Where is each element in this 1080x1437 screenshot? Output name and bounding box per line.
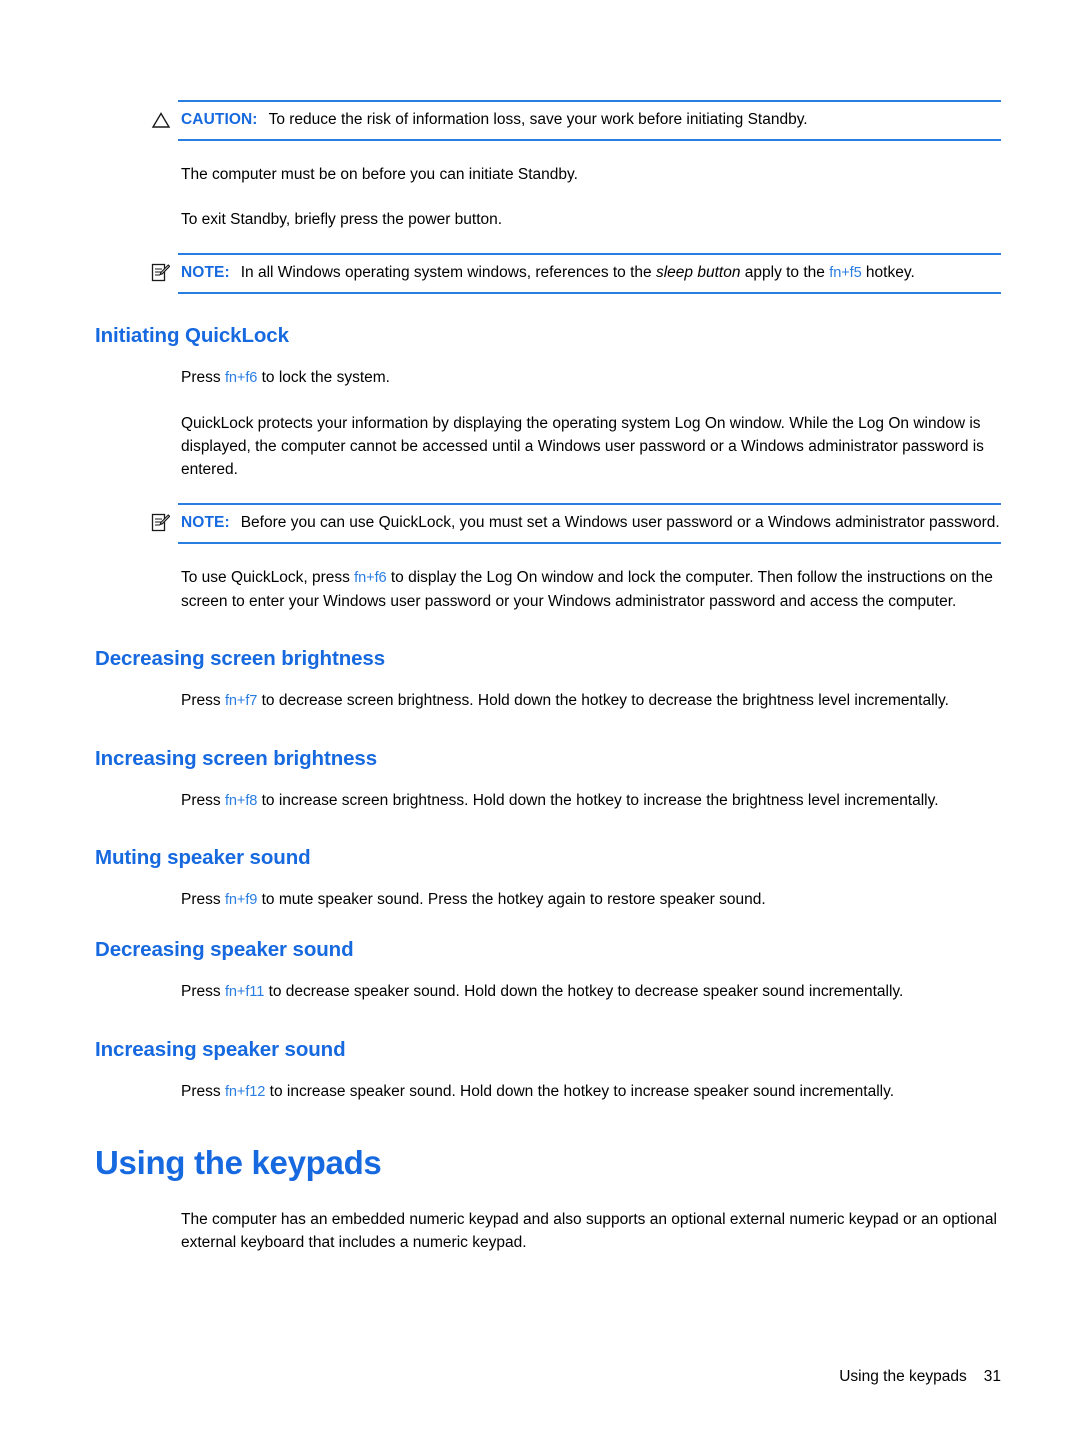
mute-speaker-prefix: Press bbox=[181, 891, 221, 909]
press-prefix: Press bbox=[181, 369, 221, 387]
note-password-text: NOTE: Before you can use QuickLock, you m… bbox=[181, 503, 1001, 544]
note-emphasis: sleep button bbox=[655, 264, 741, 282]
decrease-speaker-prefix: Press bbox=[181, 983, 221, 1001]
hotkey-fn-f7: fn+f7 bbox=[224, 692, 258, 709]
decrease-brightness-prefix: Press bbox=[181, 691, 221, 709]
caution-rule-top bbox=[178, 100, 1001, 102]
increase-brightness-suffix: to increase screen brightness. Hold down… bbox=[261, 791, 939, 809]
caution-block-standby: CAUTION: To reduce the risk of informatio… bbox=[95, 100, 1001, 141]
heading-decreasing-screen-brightness: Decreasing screen brightness bbox=[95, 646, 386, 670]
caution-rule-bottom bbox=[178, 138, 1001, 141]
decrease-brightness-suffix: to decrease screen brightness. Hold down… bbox=[261, 691, 949, 709]
paragraph-computer-on: The computer must be on before you can i… bbox=[181, 165, 578, 183]
hotkey-fn-f6-display: fn+f6 bbox=[354, 570, 387, 587]
heading-increasing-screen-brightness: Increasing screen brightness bbox=[95, 746, 378, 770]
paragraph-increase-speaker: Press fn+f12 to increase speaker sound. … bbox=[95, 1080, 1001, 1104]
touse-prefix: To use QuickLock, press bbox=[181, 569, 350, 587]
mute-speaker-suffix: to mute speaker sound. Press the hotkey … bbox=[261, 891, 766, 909]
note-password-label: NOTE: bbox=[181, 514, 230, 532]
decrease-speaker-suffix: to decrease speaker sound. Hold down the… bbox=[268, 983, 904, 1001]
paragraph-mute-speaker: Press fn+f9 to mute speaker sound. Press… bbox=[95, 888, 1001, 912]
note-message-after: hotkey. bbox=[865, 264, 915, 282]
heading-muting-speaker-sound: Muting speaker sound bbox=[95, 846, 311, 870]
note-pencil-icon bbox=[150, 512, 172, 534]
paragraph-quicklock-protects: QuickLock protects your information by d… bbox=[181, 414, 984, 478]
caution-label: CAUTION: bbox=[181, 111, 258, 128]
paragraph-increase-brightness: Press fn+f8 to increase screen brightnes… bbox=[95, 789, 1001, 813]
note-block-sleep-button: NOTE: In all Windows operating system win… bbox=[95, 253, 1001, 295]
caution-message: To reduce the risk of information loss, … bbox=[268, 111, 808, 128]
note-password-rule-top bbox=[178, 503, 1001, 506]
paragraph-keypads-intro: The computer has an embedded numeric key… bbox=[181, 1210, 997, 1251]
hotkey-fn-f12: fn+f12 bbox=[224, 1083, 266, 1100]
footer-section-title: Using the keypads bbox=[839, 1368, 967, 1385]
note-block-password: NOTE: Before you can use QuickLock, you m… bbox=[95, 503, 1001, 545]
footer-page-number: 31 bbox=[983, 1368, 1001, 1385]
note-password-rule-bottom bbox=[178, 542, 1001, 545]
hotkey-fn-f6-lock: fn+f6 bbox=[224, 370, 258, 387]
increase-speaker-prefix: Press bbox=[181, 1082, 221, 1100]
heading-initiating-quicklock: Initiating QuickLock bbox=[95, 324, 289, 348]
heading-increasing-speaker-sound: Increasing speaker sound bbox=[95, 1037, 346, 1061]
caution-text: CAUTION: To reduce the risk of informatio… bbox=[181, 100, 1001, 141]
increase-brightness-prefix: Press bbox=[181, 791, 221, 809]
heading-using-the-keypads: Using the keypads bbox=[95, 1143, 382, 1181]
paragraph-exit-standby: To exit Standby, briefly press the power… bbox=[181, 211, 503, 229]
hotkey-fn-f11: fn+f11 bbox=[224, 984, 265, 1001]
page-content: CAUTION: To reduce the risk of informatio… bbox=[95, 100, 1001, 1254]
press-suffix: to lock the system. bbox=[261, 369, 390, 387]
heading-decreasing-speaker-sound: Decreasing speaker sound bbox=[95, 938, 354, 962]
paragraph-to-use-quicklock: To use QuickLock, press fn+f6 to display… bbox=[95, 566, 1001, 613]
caution-triangle-icon bbox=[150, 109, 172, 131]
paragraph-decrease-speaker: Press fn+f11 to decrease speaker sound. … bbox=[95, 980, 1001, 1004]
note-rule-top bbox=[178, 253, 1001, 256]
note-pencil-icon bbox=[150, 262, 172, 284]
paragraph-decrease-brightness: Press fn+f7 to decrease screen brightnes… bbox=[95, 689, 1001, 713]
note-password-message: Before you can use QuickLock, you must s… bbox=[240, 514, 1000, 532]
note-rule-bottom bbox=[178, 292, 1001, 295]
hotkey-fn-f5: fn+f5 bbox=[829, 265, 862, 282]
document-page: CAUTION: To reduce the risk of informatio… bbox=[0, 0, 1080, 1437]
note-label: NOTE: bbox=[181, 264, 230, 282]
note-message-middle: apply to the bbox=[744, 264, 825, 282]
hotkey-fn-f9: fn+f9 bbox=[224, 892, 258, 909]
increase-speaker-suffix: to increase speaker sound. Hold down the… bbox=[269, 1082, 895, 1100]
paragraph-press-fn-f6-lock: Press fn+f6 to lock the system. bbox=[95, 366, 1001, 390]
note-text: NOTE: In all Windows operating system win… bbox=[181, 253, 1001, 294]
page-footer: Using the keypads 31 bbox=[0, 1368, 1001, 1386]
note-message-before: In all Windows operating system windows,… bbox=[240, 264, 652, 282]
hotkey-fn-f8: fn+f8 bbox=[224, 792, 258, 809]
